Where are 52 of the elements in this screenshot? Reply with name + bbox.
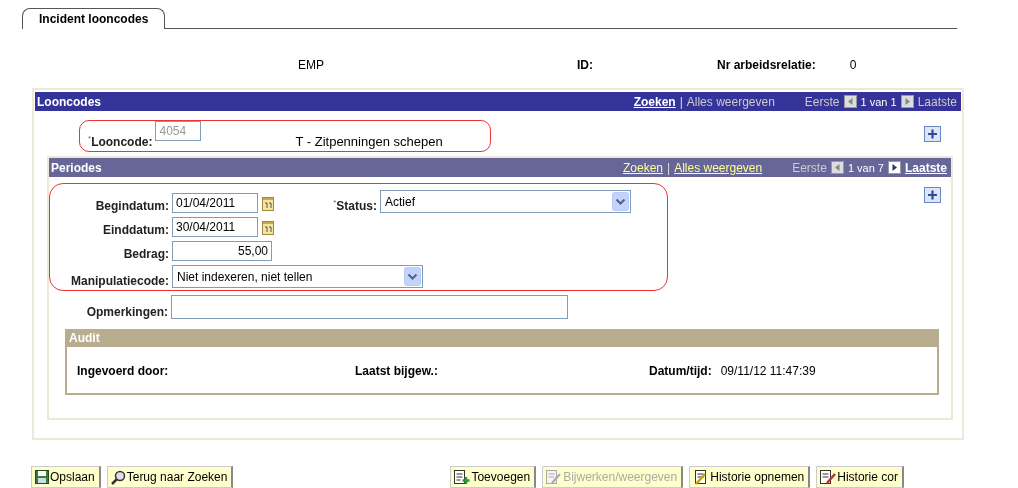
first-link[interactable]: Eerste [804, 94, 840, 109]
date-input-field[interactable]: 01/04/2011 [172, 193, 258, 213]
separator: | [667, 160, 671, 175]
status-dropdown[interactable]: Actief [380, 190, 631, 213]
page-count: 1 van 7 [847, 161, 884, 174]
calendar-icon[interactable] [262, 195, 274, 211]
add-row-icon[interactable] [924, 187, 941, 203]
field-label: Einddatum: [102, 223, 170, 237]
remarks-input-field[interactable] [171, 295, 568, 319]
last-link[interactable]: Laatste [917, 94, 957, 109]
add-button[interactable]: Toevoegen [450, 466, 537, 488]
relation-label: Nr arbeidsrelatie: [717, 58, 816, 72]
employee-type: EMP [298, 58, 324, 72]
looncode-description: T - Zitpenningen schepen [295, 134, 443, 149]
search-button[interactable]: Terug naar Zoeken [106, 466, 234, 488]
field-label: Begindatum: [94, 199, 170, 213]
status-label: $^{*}$Status: [332, 198, 378, 213]
document-pencil-icon [546, 469, 563, 485]
datetime-value: 09/11/12 11:47:39 [720, 364, 816, 378]
calendar-icon[interactable] [262, 219, 274, 235]
field-label: Bedrag: [122, 247, 170, 261]
magnifier-icon [110, 469, 126, 485]
field-label: Manipulatiecode: [70, 274, 170, 288]
amount-input-field[interactable]: 55,00 [172, 241, 272, 261]
dropdown-caret-icon[interactable] [404, 267, 421, 286]
relation-value: 0 [849, 58, 857, 72]
section-title: Looncodes [37, 94, 102, 109]
last-updated-label: Laatst bijgew.: [355, 364, 439, 378]
datetime-label: Datum/tijd: [649, 364, 712, 378]
view-all-link[interactable]: Alles weergeven [686, 94, 775, 109]
document-plus-icon [454, 469, 471, 485]
document-pencil-icon [820, 469, 837, 485]
field-label: Opmerkingen: [85, 305, 169, 319]
last-link[interactable]: Laatste [904, 160, 947, 175]
search-link[interactable]: Zoeken [633, 94, 676, 109]
separator: | [679, 94, 683, 109]
search-link[interactable]: Zoeken [622, 160, 663, 175]
date-input-field[interactable]: 30/04/2011 [172, 217, 258, 237]
dropdown-caret-icon[interactable] [612, 192, 629, 211]
tab[interactable]: Incident looncodes [22, 8, 166, 29]
dropdown-field[interactable]: Niet indexeren, niet tellen [172, 265, 423, 288]
entered-by-label: Ingevoerd door: [77, 364, 170, 378]
save-button[interactable]: Opslaan [31, 466, 101, 488]
add-row-icon[interactable] [924, 126, 941, 142]
page-count: 1 van 1 [860, 95, 897, 108]
correct-button[interactable]: Historie cor [816, 466, 904, 488]
history-button[interactable]: Historie opnemen [689, 466, 811, 488]
section-title: Periodes [51, 160, 103, 175]
id-label: ID: [577, 58, 593, 72]
looncode-label: $^{*}$Looncode: [88, 134, 153, 149]
audit-header-bar: Audit [67, 331, 937, 347]
view-all-link[interactable]: Alles weergeven [674, 160, 763, 175]
